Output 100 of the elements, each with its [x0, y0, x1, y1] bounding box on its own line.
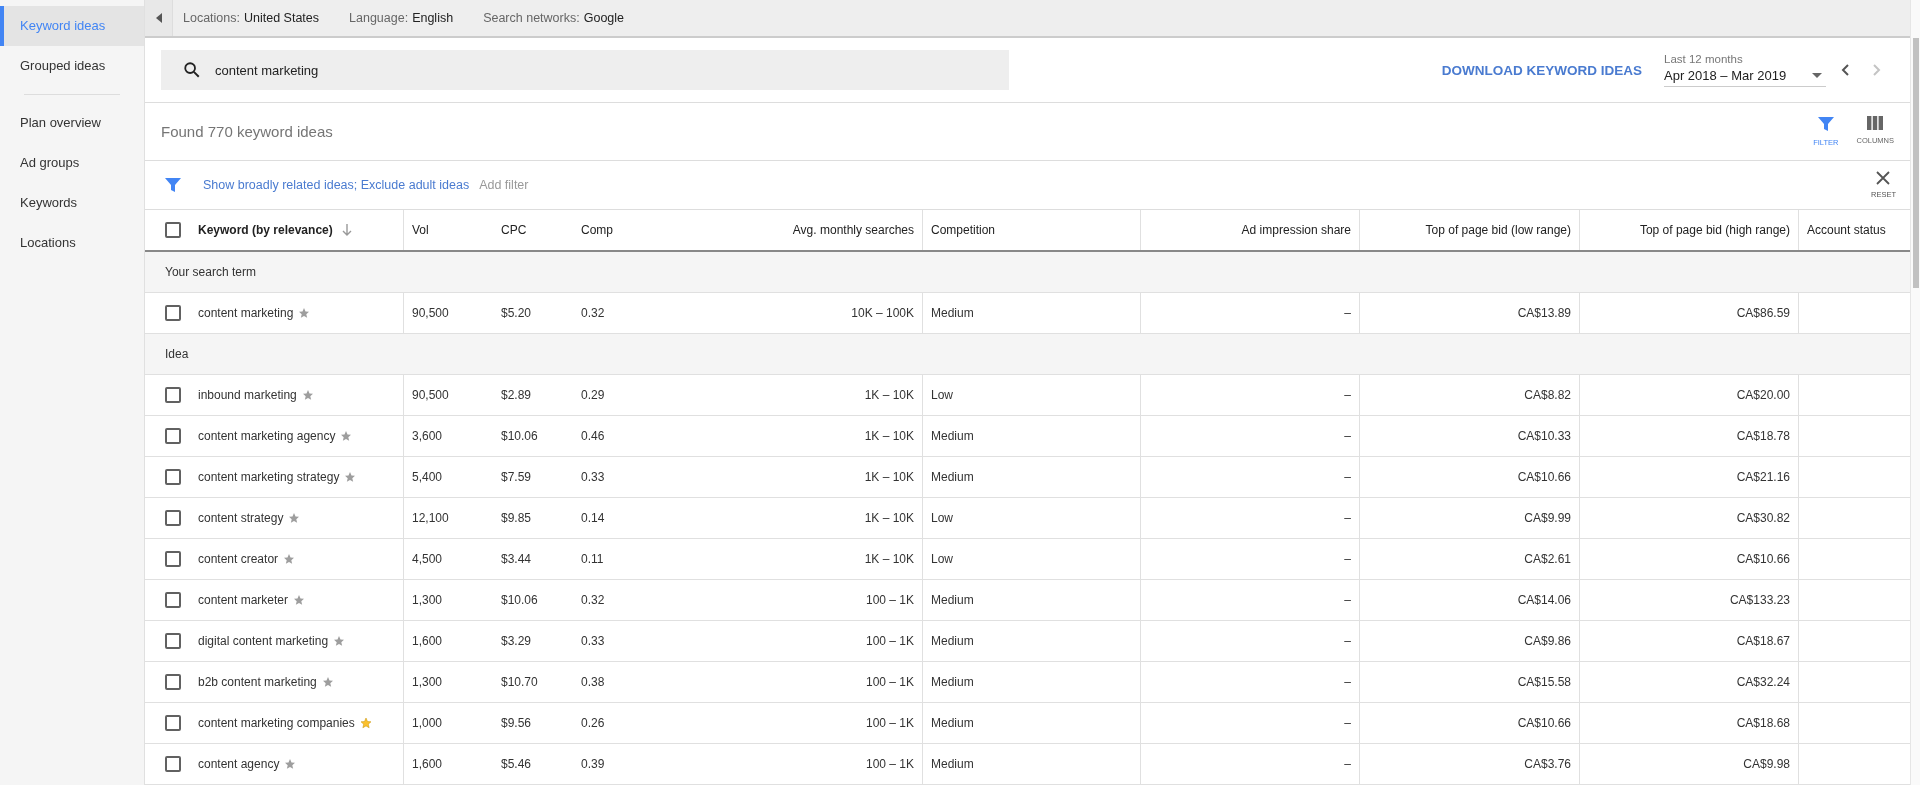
table-cell: 1,000 — [412, 716, 443, 730]
table-cell: CA$21.16 — [1736, 470, 1790, 484]
table-cell: – — [1344, 675, 1351, 689]
table-cell: Medium — [931, 470, 974, 484]
select-all-checkbox[interactable] — [165, 222, 181, 238]
row-checkbox[interactable] — [165, 674, 181, 690]
targeting-value[interactable]: United States — [244, 11, 320, 25]
star-icon[interactable] — [333, 635, 346, 647]
star-icon[interactable] — [321, 676, 334, 688]
table-cell: Medium — [931, 429, 974, 443]
results-count: Found 770 keyword ideas — [161, 123, 333, 140]
star-icon[interactable] — [301, 389, 314, 401]
column-header[interactable]: Account status — [1807, 223, 1886, 237]
sidebar-item[interactable]: Keywords — [0, 183, 144, 223]
table-cell: CA$8.82 — [1524, 388, 1571, 402]
column-header[interactable]: Comp — [581, 223, 613, 237]
search-field[interactable]: content marketing — [161, 50, 1009, 90]
scrollbar[interactable] — [1910, 0, 1920, 785]
table-cell: CA$133.23 — [1729, 593, 1790, 607]
caret-icon — [1812, 73, 1822, 78]
table-cell: 1,300 — [412, 593, 443, 607]
table-cell: Medium — [931, 593, 974, 607]
search-input[interactable]: content marketing — [213, 61, 817, 79]
table-cell: – — [1344, 716, 1351, 730]
row-checkbox[interactable] — [165, 551, 181, 567]
table-cell: CA$32.24 — [1736, 675, 1790, 689]
table-cell: 1K – 10K — [864, 388, 914, 402]
star-icon[interactable] — [344, 471, 357, 483]
table-cell: 100 – 1K — [865, 675, 914, 689]
star-icon[interactable] — [284, 758, 297, 770]
column-header[interactable]: Vol — [412, 223, 429, 237]
row-checkbox[interactable] — [165, 469, 181, 485]
sidebar-item[interactable]: Grouped ideas — [0, 46, 144, 86]
column-header[interactable]: Ad impression share — [1241, 223, 1351, 237]
sidebar-item[interactable]: Plan overview — [0, 103, 144, 143]
table-cell: 12,100 — [412, 511, 449, 525]
table-cell: 100 – 1K — [865, 634, 914, 648]
table-cell: CA$9.86 — [1524, 634, 1571, 648]
targeting-value[interactable]: English — [412, 11, 454, 25]
table-cell: CA$15.58 — [1517, 675, 1571, 689]
keyword-cell: content creator — [198, 552, 279, 566]
table-cell: 0.14 — [581, 511, 605, 525]
table-cell: 1K – 10K — [864, 511, 914, 525]
column-header[interactable]: Top of page bid (low range) — [1425, 223, 1571, 237]
table-cell: $2.89 — [501, 388, 532, 402]
row-checkbox[interactable] — [165, 305, 181, 321]
download-link[interactable]: DOWNLOAD KEYWORD IDEAS — [1441, 62, 1642, 78]
search-icon — [183, 61, 201, 79]
keyword-cell: content marketing companies — [198, 716, 355, 730]
table-cell: – — [1344, 757, 1351, 771]
column-header[interactable]: Keyword (by relevance) — [198, 223, 333, 237]
star-icon[interactable] — [340, 430, 353, 442]
row-checkbox[interactable] — [165, 756, 181, 772]
triangle-left-icon — [154, 13, 163, 23]
table-cell: $9.85 — [501, 511, 532, 525]
table-cell: CA$9.99 — [1524, 511, 1571, 525]
column-header[interactable]: Avg. monthly searches — [792, 223, 914, 237]
table-cell: 0.33 — [581, 634, 605, 648]
table-cell: 0.33 — [581, 470, 605, 484]
star-icon[interactable] — [288, 512, 301, 524]
row-checkbox[interactable] — [165, 387, 181, 403]
table-cell: 0.32 — [581, 593, 605, 607]
row-checkbox[interactable] — [165, 633, 181, 649]
table-cell: Medium — [931, 757, 974, 771]
collapse-button[interactable] — [145, 0, 173, 36]
targeting-value[interactable]: Google — [583, 11, 624, 25]
sort-arrow-icon — [341, 224, 352, 236]
column-header[interactable]: CPC — [501, 223, 527, 237]
funnel-icon — [165, 177, 181, 193]
star-icon[interactable] — [293, 594, 306, 606]
targeting-label: Language: — [349, 11, 409, 25]
table-cell: Low — [931, 388, 953, 402]
row-checkbox[interactable] — [165, 592, 181, 608]
table-cell: 10K – 100K — [851, 306, 914, 320]
star-icon[interactable] — [298, 307, 311, 319]
table-cell: CA$30.82 — [1736, 511, 1790, 525]
table-cell: Medium — [931, 716, 974, 730]
table-cell: $5.46 — [501, 757, 532, 771]
table-cell: CA$86.59 — [1736, 306, 1790, 320]
table-cell: CA$20.00 — [1736, 388, 1790, 402]
scrollbar-thumb[interactable] — [1913, 38, 1919, 288]
star-icon[interactable] — [359, 717, 372, 729]
column-header[interactable]: Competition — [931, 223, 996, 237]
table-cell: $10.06 — [501, 593, 538, 607]
row-checkbox[interactable] — [165, 428, 181, 444]
table-cell: $10.70 — [501, 675, 538, 689]
group-header: Idea — [145, 334, 1910, 375]
row-checkbox[interactable] — [165, 715, 181, 731]
table-cell: 0.32 — [581, 306, 605, 320]
sidebar-item[interactable]: Ad groups — [0, 143, 144, 183]
column-header[interactable]: Top of page bid (high range) — [1639, 223, 1790, 237]
filter-link[interactable]: Show broadly related ideas; Exclude adult ideas — [203, 178, 470, 192]
table-cell: 1,600 — [412, 757, 443, 771]
row-checkbox[interactable] — [165, 510, 181, 526]
close-icon — [1876, 171, 1891, 185]
star-icon[interactable] — [283, 553, 296, 565]
table-cell: – — [1344, 388, 1351, 402]
date-range-dropdown[interactable]: Apr 2018 – Mar 2019 — [1664, 65, 1826, 87]
table-cell: $5.20 — [501, 306, 532, 320]
sidebar-item[interactable]: Locations — [0, 223, 144, 263]
